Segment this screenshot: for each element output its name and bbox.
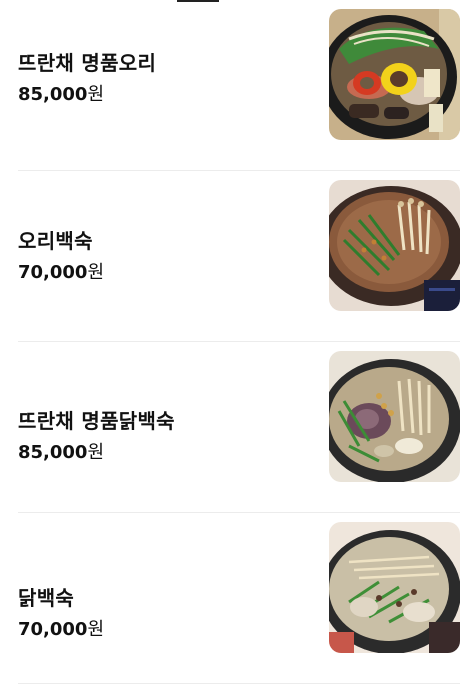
price-unit: 원 xyxy=(87,262,105,283)
menu-item[interactable]: 뜨란채 명품닭백숙 85,000원 xyxy=(0,342,466,513)
menu-item-name: 뜨란채 명품오리 xyxy=(18,51,157,75)
duck-stew-photo-icon xyxy=(329,180,460,311)
price-value: 85,000 xyxy=(18,442,88,463)
divider xyxy=(18,683,460,684)
menu-item-photo[interactable] xyxy=(329,522,460,653)
menu-item-price: 85,000원 xyxy=(18,83,156,107)
menu-item-name: 오리백숙 xyxy=(18,229,93,253)
menu-item-info: 닭백숙 70,000원 xyxy=(18,543,104,684)
duck-hotpot-photo-icon xyxy=(329,9,460,140)
menu-item-price: 70,000원 xyxy=(18,261,104,285)
menu-item[interactable]: 닭백숙 70,000원 xyxy=(0,513,466,684)
price-value: 70,000 xyxy=(18,619,88,640)
menu-list: 뜨란채 명품오리 85,000원 오리백숙 70,000원 뜨란채 명품닭백숙 … xyxy=(0,0,466,684)
price-unit: 원 xyxy=(87,84,105,105)
menu-item[interactable]: 뜨란채 명품오리 85,000원 xyxy=(0,0,466,171)
price-unit: 원 xyxy=(87,442,105,463)
menu-item-price: 70,000원 xyxy=(18,618,104,642)
chicken-hotpot-photo-icon xyxy=(329,351,460,482)
chicken-stew-photo-icon xyxy=(329,522,460,653)
price-unit: 원 xyxy=(87,619,105,640)
price-value: 70,000 xyxy=(18,262,88,283)
menu-item-info: 뜨란채 명품닭백숙 85,000원 xyxy=(18,360,175,513)
menu-item[interactable]: 오리백숙 70,000원 xyxy=(0,171,466,342)
menu-item-photo[interactable] xyxy=(329,351,460,482)
price-value: 85,000 xyxy=(18,84,88,105)
menu-item-name: 닭백숙 xyxy=(18,586,75,610)
menu-item-photo[interactable] xyxy=(329,180,460,311)
menu-item-info: 뜨란채 명품오리 85,000원 xyxy=(18,0,156,171)
menu-item-photo[interactable] xyxy=(329,9,460,140)
menu-item-price: 85,000원 xyxy=(18,441,175,465)
menu-item-info: 오리백숙 70,000원 xyxy=(18,171,104,342)
menu-item-name: 뜨란채 명품닭백숙 xyxy=(18,409,175,433)
